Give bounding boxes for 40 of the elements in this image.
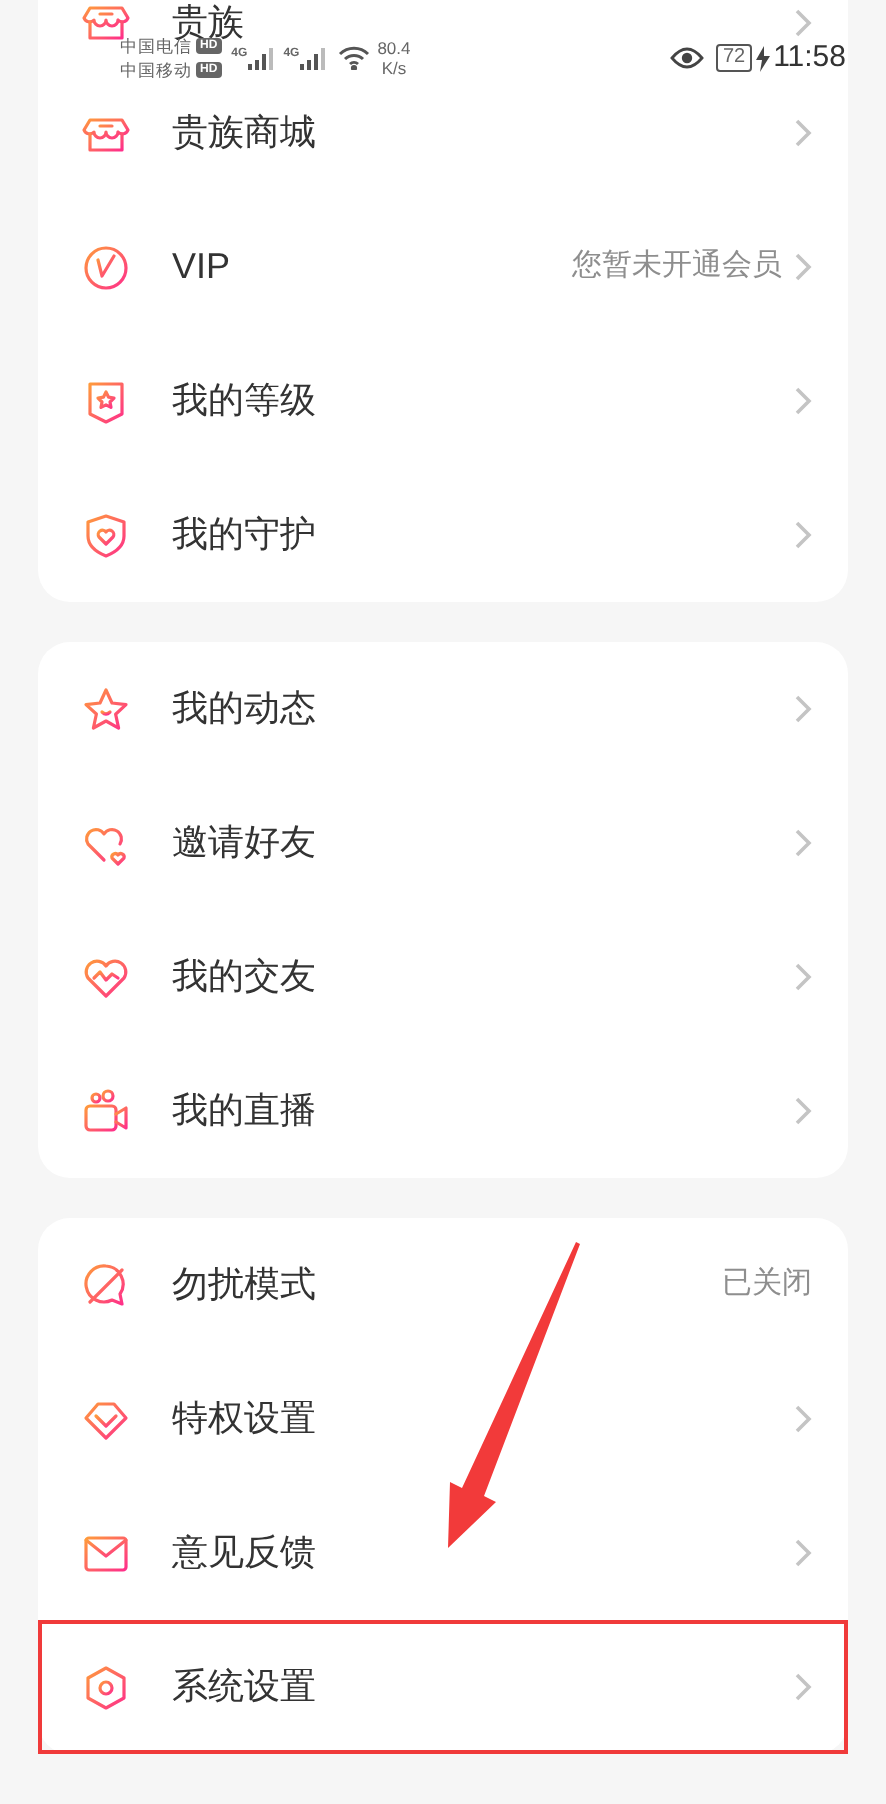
carrier-name: 中国电信 — [120, 35, 192, 57]
menu-item[interactable]: 我的等级 — [38, 334, 848, 468]
menu-label: 勿扰模式 — [172, 1262, 316, 1308]
menu-item[interactable]: VIP 您暂未开通会员 — [38, 200, 848, 334]
menu-item[interactable]: 意见反馈 — [38, 1486, 848, 1620]
menu-label: 我的交友 — [172, 954, 316, 1000]
menu-item[interactable]: 邀请好友 — [38, 776, 848, 910]
menu-value: 已关闭 — [722, 1264, 812, 1305]
clock: 11:58 — [773, 37, 846, 78]
vip-badge-icon — [80, 241, 132, 293]
menu-item[interactable]: 特权设置 — [38, 1352, 848, 1486]
signal-icon — [247, 47, 274, 69]
menu-label: 系统设置 — [172, 1664, 316, 1710]
menu-label: VIP — [172, 244, 231, 290]
menu-item[interactable]: 我的守护 — [38, 468, 848, 602]
menu-item[interactable]: 系统设置 — [38, 1620, 848, 1754]
star-icon — [80, 683, 132, 735]
menu-item[interactable]: 我的动态 — [38, 642, 848, 776]
wifi-icon — [337, 46, 370, 70]
menu-item[interactable]: 我的交友 — [38, 910, 848, 1044]
carrier-name: 中国移动 — [120, 59, 192, 81]
network-speed: 80.4 — [377, 38, 411, 58]
signal-icon — [299, 47, 326, 69]
video-camera-icon — [80, 1085, 132, 1137]
menu-label: 我的守护 — [172, 512, 316, 558]
menu-label: 我的直播 — [172, 1088, 316, 1134]
menu-label: 邀请好友 — [172, 820, 316, 866]
speed-unit: K/s — [381, 58, 407, 78]
menu-label: 特权设置 — [172, 1396, 316, 1442]
battery-level: 72 — [716, 44, 752, 72]
menu-label: 贵族商城 — [172, 110, 316, 156]
menu-label: 意见反馈 — [172, 1530, 316, 1576]
menu-label: 我的动态 — [172, 686, 316, 732]
shield-heart-icon — [80, 509, 132, 561]
eye-icon — [670, 46, 705, 70]
menu-label: 我的等级 — [172, 378, 316, 424]
menu-value: 您暂未开通会员 — [572, 246, 782, 287]
menu-item[interactable]: 我的直播 — [38, 1044, 848, 1178]
menu-item[interactable]: 勿扰模式 已关闭 — [38, 1218, 848, 1352]
settings-icon — [80, 1661, 132, 1713]
